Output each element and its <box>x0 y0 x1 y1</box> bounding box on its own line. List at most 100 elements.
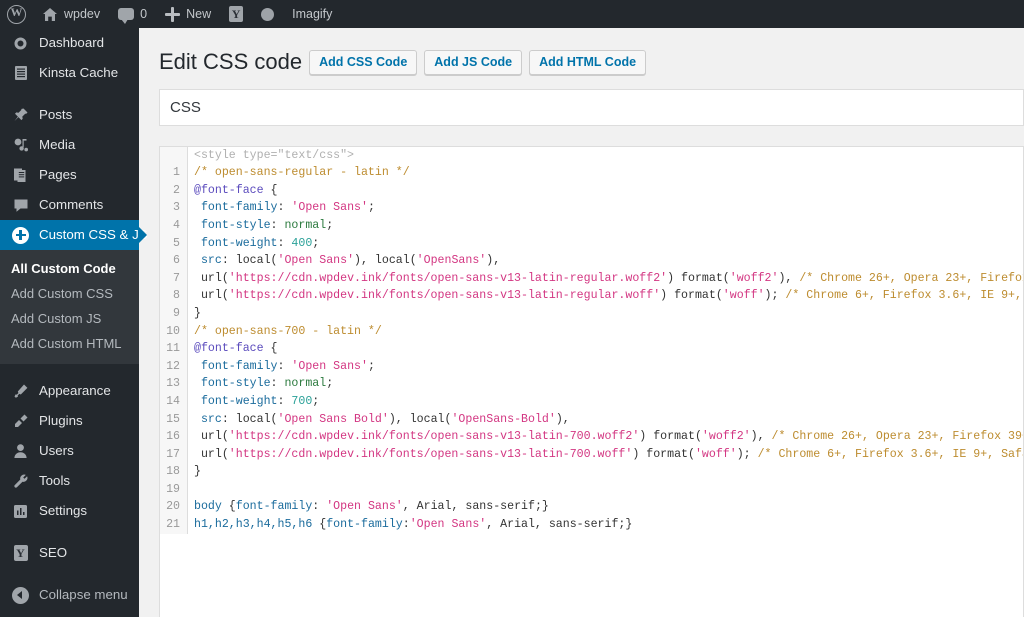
imagify-button[interactable]: Imagify <box>283 0 341 28</box>
line-number: 2 <box>160 181 188 200</box>
sidebar-subitem-label: Add Custom HTML <box>11 336 122 351</box>
sidebar-item-label: Posts <box>39 107 73 123</box>
status-circle-button[interactable] <box>252 0 283 28</box>
sidebar-item-label: Kinsta Cache <box>39 65 119 81</box>
code-line: 11 @font-face { <box>160 340 1023 358</box>
code-editor-content[interactable]: 0 <style type="text/css"> 1 /* open-sans-… <box>160 146 1023 617</box>
sidebar-divider <box>0 88 139 100</box>
line-number: 4 <box>160 216 188 235</box>
sidebar-item-pages[interactable]: Pages <box>0 160 139 190</box>
code-line: 20 body {font-family: 'Open Sans', Arial,… <box>160 498 1023 517</box>
sidebar-item-seo[interactable]: SEO <box>0 538 139 568</box>
code-line: 12 font-family: 'Open Sans'; <box>160 357 1023 376</box>
code-line-text: font-style: normal; <box>194 218 334 232</box>
code-line-text: body {font-family: 'Open Sans', Arial, s… <box>194 500 549 514</box>
line-number: 6 <box>160 252 188 270</box>
code-line: 14 font-weight: 700; <box>160 392 1023 411</box>
code-line: 10 /* open-sans-700 - latin */ <box>160 322 1023 341</box>
comments-button[interactable]: 0 <box>109 0 156 28</box>
sidebar-item-settings[interactable]: Settings <box>0 496 139 526</box>
line-number: 16 <box>160 428 188 446</box>
sidebar-item-dashboard[interactable]: Dashboard <box>0 28 139 58</box>
sidebar-item-label: Settings <box>39 503 88 519</box>
code-line: 2 @font-face { <box>160 181 1023 200</box>
sidebar-item-users[interactable]: Users <box>0 436 139 466</box>
line-number: 15 <box>160 410 188 429</box>
sidebar-item-label: Plugins <box>39 413 83 429</box>
code-line: 3 font-family: 'Open Sans'; <box>160 199 1023 217</box>
code-editor[interactable]: 0 <style type="text/css"> 1 /* open-sans-… <box>159 145 1024 617</box>
sidebar-item-posts[interactable]: Posts <box>0 100 139 130</box>
code-line: 7 url('https://cdn.wpdev.ink/fonts/open-… <box>160 269 1023 288</box>
code-line: 16 url('https://cdn.wpdev.ink/fonts/open… <box>160 428 1023 446</box>
sidebar-submenu-custom-css-js: All Custom Code Add Custom CSS Add Custo… <box>0 250 139 364</box>
code-line-text: font-style: normal; <box>194 377 334 391</box>
comment-bubble-icon <box>118 8 135 24</box>
pages-icon <box>11 167 30 183</box>
sidebar-item-custom-css-js[interactable]: Custom CSS & JS <box>0 220 148 250</box>
code-line-text: url('https://cdn.wpdev.ink/fonts/open-sa… <box>194 447 1023 461</box>
code-line-text: } <box>194 465 201 479</box>
line-number: 21 <box>160 516 188 534</box>
new-content-button[interactable]: New <box>156 0 220 28</box>
sidebar-item-label: Appearance <box>39 383 111 399</box>
code-line: 8 url('https://cdn.wpdev.ink/fonts/open-… <box>160 287 1023 305</box>
comment-icon <box>11 198 30 213</box>
line-number: 19 <box>160 480 188 499</box>
plus-icon <box>165 6 181 22</box>
circle-icon <box>261 7 275 21</box>
sidebar-subitem-all-custom-code[interactable]: All Custom Code <box>0 256 139 281</box>
sidebar-item-tools[interactable]: Tools <box>0 466 139 496</box>
sidebar-item-label: Custom CSS & JS <box>39 227 148 243</box>
code-line-text: /* open-sans-700 - latin */ <box>194 324 382 338</box>
line-number: 12 <box>160 357 188 376</box>
code-title-input[interactable] <box>159 88 1024 126</box>
sidebar-item-label: Dashboard <box>39 35 105 51</box>
page-wrap: Edit CSS code Add CSS Code Add JS Code A… <box>139 28 1024 617</box>
collapse-menu-button[interactable]: Collapse menu <box>0 580 139 610</box>
sidebar-item-comments[interactable]: Comments <box>0 190 139 220</box>
add-css-code-button[interactable]: Add CSS Code <box>309 49 418 75</box>
code-line: 19 <box>160 480 1023 499</box>
sidebar-item-label: SEO <box>39 545 68 561</box>
sidebar-item-plugins[interactable]: Plugins <box>0 406 139 436</box>
code-line-text: font-family: 'Open Sans'; <box>194 201 375 215</box>
line-number: 17 <box>160 445 188 464</box>
sidebar-subitem-label: All Custom Code <box>11 261 116 276</box>
code-line-text: url('https://cdn.wpdev.ink/fonts/open-sa… <box>194 430 1023 444</box>
sidebar-subitem-add-custom-html[interactable]: Add Custom HTML <box>0 331 139 356</box>
sidebar-item-media[interactable]: Media <box>0 130 139 160</box>
admin-bar: wpdev 0 New Imagify <box>0 0 1024 28</box>
sidebar-item-appearance[interactable]: Appearance <box>0 376 139 406</box>
content-area: Edit CSS code Add CSS Code Add JS Code A… <box>139 28 1024 617</box>
code-line-text: src: local('Open Sans'), local('OpenSans… <box>194 254 501 268</box>
code-line-text: @font-face { <box>194 342 278 356</box>
code-line: 6 src: local('Open Sans'), local('OpenSa… <box>160 252 1023 270</box>
style-open-tag: <style type="text/css"> <box>194 148 355 162</box>
comment-count-label: 0 <box>140 6 148 21</box>
code-lines: 1 /* open-sans-regular - latin */ 2 @font-f… <box>160 164 1023 534</box>
sidebar-subitem-add-custom-css[interactable]: Add Custom CSS <box>0 281 139 306</box>
brush-icon <box>11 383 30 399</box>
line-number: 0 <box>160 146 188 165</box>
site-name-button[interactable]: wpdev <box>33 0 109 28</box>
sidebar-subitem-label: Add Custom JS <box>11 311 102 326</box>
yoast-seo-button[interactable] <box>220 0 252 28</box>
media-icon <box>11 137 30 153</box>
code-line-text: font-family: 'Open Sans'; <box>194 359 375 373</box>
wordpress-logo-button[interactable] <box>0 0 33 28</box>
wordpress-logo-icon <box>7 4 26 24</box>
site-name-label: wpdev <box>64 6 101 21</box>
code-line: 4 font-style: normal; <box>160 216 1023 235</box>
code-line: 13 font-style: normal; <box>160 375 1023 393</box>
sidebar-subitem-add-custom-js[interactable]: Add Custom JS <box>0 306 139 331</box>
code-line-text: font-weight: 400; <box>194 236 320 250</box>
user-icon <box>11 443 30 459</box>
line-number: 13 <box>160 375 188 393</box>
code-line: 5 font-weight: 400; <box>160 234 1023 253</box>
sidebar-subitem-label: Add Custom CSS <box>11 286 113 301</box>
add-html-code-button[interactable]: Add HTML Code <box>529 49 647 75</box>
page-title: Edit CSS code <box>159 49 303 74</box>
sidebar-item-kinsta-cache[interactable]: Kinsta Cache <box>0 58 139 88</box>
add-js-code-button[interactable]: Add JS Code <box>424 49 523 75</box>
